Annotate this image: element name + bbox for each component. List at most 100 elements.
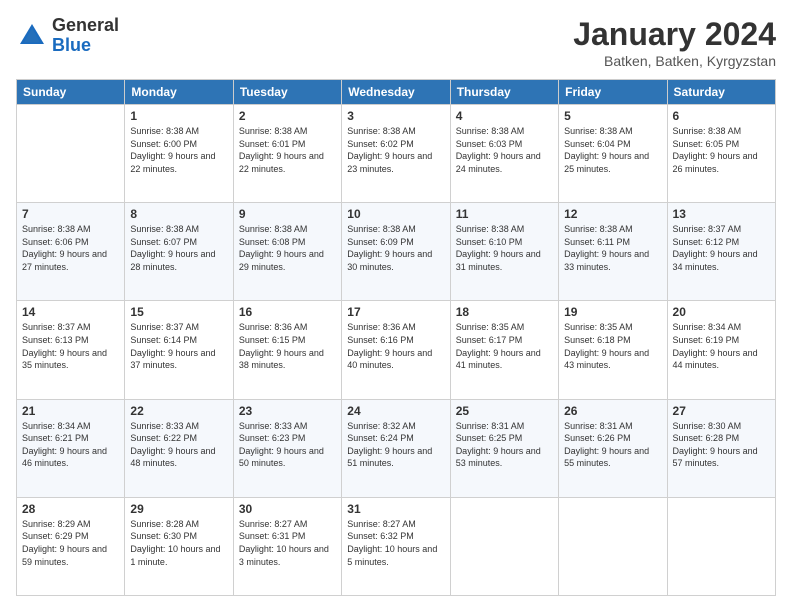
day-cell: 16 Sunrise: 8:36 AMSunset: 6:15 PMDaylig… bbox=[233, 301, 341, 399]
week-row-5: 28 Sunrise: 8:29 AMSunset: 6:29 PMDaylig… bbox=[17, 497, 776, 595]
day-number: 15 bbox=[130, 305, 227, 319]
week-row-1: 1 Sunrise: 8:38 AMSunset: 6:00 PMDayligh… bbox=[17, 105, 776, 203]
page: General Blue January 2024 Batken, Batken… bbox=[0, 0, 792, 612]
day-number: 19 bbox=[564, 305, 661, 319]
day-info: Sunrise: 8:31 AMSunset: 6:25 PMDaylight:… bbox=[456, 420, 553, 470]
day-info: Sunrise: 8:33 AMSunset: 6:23 PMDaylight:… bbox=[239, 420, 336, 470]
weekday-header-friday: Friday bbox=[559, 80, 667, 105]
day-cell: 31 Sunrise: 8:27 AMSunset: 6:32 PMDaylig… bbox=[342, 497, 450, 595]
day-number: 18 bbox=[456, 305, 553, 319]
day-number: 10 bbox=[347, 207, 444, 221]
location-text: Batken, Batken, Kyrgyzstan bbox=[573, 53, 776, 69]
day-info: Sunrise: 8:27 AMSunset: 6:31 PMDaylight:… bbox=[239, 518, 336, 568]
day-cell: 17 Sunrise: 8:36 AMSunset: 6:16 PMDaylig… bbox=[342, 301, 450, 399]
day-cell: 3 Sunrise: 8:38 AMSunset: 6:02 PMDayligh… bbox=[342, 105, 450, 203]
day-cell: 26 Sunrise: 8:31 AMSunset: 6:26 PMDaylig… bbox=[559, 399, 667, 497]
day-info: Sunrise: 8:29 AMSunset: 6:29 PMDaylight:… bbox=[22, 518, 119, 568]
day-number: 11 bbox=[456, 207, 553, 221]
day-cell: 13 Sunrise: 8:37 AMSunset: 6:12 PMDaylig… bbox=[667, 203, 775, 301]
day-cell: 5 Sunrise: 8:38 AMSunset: 6:04 PMDayligh… bbox=[559, 105, 667, 203]
header: General Blue January 2024 Batken, Batken… bbox=[16, 16, 776, 69]
day-number: 12 bbox=[564, 207, 661, 221]
logo-icon bbox=[16, 20, 48, 52]
day-number: 25 bbox=[456, 404, 553, 418]
day-info: Sunrise: 8:38 AMSunset: 6:03 PMDaylight:… bbox=[456, 125, 553, 175]
day-cell: 14 Sunrise: 8:37 AMSunset: 6:13 PMDaylig… bbox=[17, 301, 125, 399]
day-info: Sunrise: 8:35 AMSunset: 6:18 PMDaylight:… bbox=[564, 321, 661, 371]
day-info: Sunrise: 8:35 AMSunset: 6:17 PMDaylight:… bbox=[456, 321, 553, 371]
weekday-header-row: SundayMondayTuesdayWednesdayThursdayFrid… bbox=[17, 80, 776, 105]
logo-text: General Blue bbox=[52, 16, 119, 56]
day-info: Sunrise: 8:31 AMSunset: 6:26 PMDaylight:… bbox=[564, 420, 661, 470]
day-info: Sunrise: 8:37 AMSunset: 6:12 PMDaylight:… bbox=[673, 223, 770, 273]
day-info: Sunrise: 8:38 AMSunset: 6:00 PMDaylight:… bbox=[130, 125, 227, 175]
day-info: Sunrise: 8:38 AMSunset: 6:08 PMDaylight:… bbox=[239, 223, 336, 273]
day-number: 21 bbox=[22, 404, 119, 418]
day-number: 27 bbox=[673, 404, 770, 418]
day-info: Sunrise: 8:27 AMSunset: 6:32 PMDaylight:… bbox=[347, 518, 444, 568]
day-number: 7 bbox=[22, 207, 119, 221]
day-cell: 20 Sunrise: 8:34 AMSunset: 6:19 PMDaylig… bbox=[667, 301, 775, 399]
day-cell: 29 Sunrise: 8:28 AMSunset: 6:30 PMDaylig… bbox=[125, 497, 233, 595]
day-info: Sunrise: 8:37 AMSunset: 6:13 PMDaylight:… bbox=[22, 321, 119, 371]
day-info: Sunrise: 8:33 AMSunset: 6:22 PMDaylight:… bbox=[130, 420, 227, 470]
day-info: Sunrise: 8:37 AMSunset: 6:14 PMDaylight:… bbox=[130, 321, 227, 371]
day-cell bbox=[17, 105, 125, 203]
day-number: 29 bbox=[130, 502, 227, 516]
day-number: 2 bbox=[239, 109, 336, 123]
day-info: Sunrise: 8:38 AMSunset: 6:06 PMDaylight:… bbox=[22, 223, 119, 273]
day-cell: 10 Sunrise: 8:38 AMSunset: 6:09 PMDaylig… bbox=[342, 203, 450, 301]
day-cell: 28 Sunrise: 8:29 AMSunset: 6:29 PMDaylig… bbox=[17, 497, 125, 595]
day-cell: 1 Sunrise: 8:38 AMSunset: 6:00 PMDayligh… bbox=[125, 105, 233, 203]
day-info: Sunrise: 8:38 AMSunset: 6:04 PMDaylight:… bbox=[564, 125, 661, 175]
weekday-header-wednesday: Wednesday bbox=[342, 80, 450, 105]
logo-general-text: General bbox=[52, 16, 119, 36]
day-info: Sunrise: 8:38 AMSunset: 6:05 PMDaylight:… bbox=[673, 125, 770, 175]
weekday-header-monday: Monday bbox=[125, 80, 233, 105]
weekday-header-tuesday: Tuesday bbox=[233, 80, 341, 105]
week-row-2: 7 Sunrise: 8:38 AMSunset: 6:06 PMDayligh… bbox=[17, 203, 776, 301]
day-number: 13 bbox=[673, 207, 770, 221]
day-info: Sunrise: 8:28 AMSunset: 6:30 PMDaylight:… bbox=[130, 518, 227, 568]
day-number: 28 bbox=[22, 502, 119, 516]
day-number: 31 bbox=[347, 502, 444, 516]
day-cell: 6 Sunrise: 8:38 AMSunset: 6:05 PMDayligh… bbox=[667, 105, 775, 203]
day-info: Sunrise: 8:34 AMSunset: 6:21 PMDaylight:… bbox=[22, 420, 119, 470]
day-number: 5 bbox=[564, 109, 661, 123]
day-number: 8 bbox=[130, 207, 227, 221]
day-info: Sunrise: 8:38 AMSunset: 6:10 PMDaylight:… bbox=[456, 223, 553, 273]
week-row-4: 21 Sunrise: 8:34 AMSunset: 6:21 PMDaylig… bbox=[17, 399, 776, 497]
weekday-header-thursday: Thursday bbox=[450, 80, 558, 105]
day-cell bbox=[450, 497, 558, 595]
day-info: Sunrise: 8:38 AMSunset: 6:02 PMDaylight:… bbox=[347, 125, 444, 175]
day-cell: 24 Sunrise: 8:32 AMSunset: 6:24 PMDaylig… bbox=[342, 399, 450, 497]
day-number: 14 bbox=[22, 305, 119, 319]
day-info: Sunrise: 8:36 AMSunset: 6:15 PMDaylight:… bbox=[239, 321, 336, 371]
day-info: Sunrise: 8:38 AMSunset: 6:07 PMDaylight:… bbox=[130, 223, 227, 273]
day-cell: 21 Sunrise: 8:34 AMSunset: 6:21 PMDaylig… bbox=[17, 399, 125, 497]
day-cell: 19 Sunrise: 8:35 AMSunset: 6:18 PMDaylig… bbox=[559, 301, 667, 399]
day-cell: 25 Sunrise: 8:31 AMSunset: 6:25 PMDaylig… bbox=[450, 399, 558, 497]
day-cell: 18 Sunrise: 8:35 AMSunset: 6:17 PMDaylig… bbox=[450, 301, 558, 399]
day-info: Sunrise: 8:32 AMSunset: 6:24 PMDaylight:… bbox=[347, 420, 444, 470]
calendar-table: SundayMondayTuesdayWednesdayThursdayFrid… bbox=[16, 79, 776, 596]
day-cell: 27 Sunrise: 8:30 AMSunset: 6:28 PMDaylig… bbox=[667, 399, 775, 497]
day-info: Sunrise: 8:38 AMSunset: 6:11 PMDaylight:… bbox=[564, 223, 661, 273]
weekday-header-saturday: Saturday bbox=[667, 80, 775, 105]
weekday-header-sunday: Sunday bbox=[17, 80, 125, 105]
day-number: 9 bbox=[239, 207, 336, 221]
day-cell: 12 Sunrise: 8:38 AMSunset: 6:11 PMDaylig… bbox=[559, 203, 667, 301]
month-title: January 2024 bbox=[573, 16, 776, 53]
day-info: Sunrise: 8:36 AMSunset: 6:16 PMDaylight:… bbox=[347, 321, 444, 371]
day-number: 17 bbox=[347, 305, 444, 319]
day-number: 4 bbox=[456, 109, 553, 123]
day-cell: 30 Sunrise: 8:27 AMSunset: 6:31 PMDaylig… bbox=[233, 497, 341, 595]
day-cell: 23 Sunrise: 8:33 AMSunset: 6:23 PMDaylig… bbox=[233, 399, 341, 497]
day-info: Sunrise: 8:38 AMSunset: 6:09 PMDaylight:… bbox=[347, 223, 444, 273]
day-cell: 4 Sunrise: 8:38 AMSunset: 6:03 PMDayligh… bbox=[450, 105, 558, 203]
logo-blue-text: Blue bbox=[52, 36, 119, 56]
day-cell bbox=[667, 497, 775, 595]
day-cell: 11 Sunrise: 8:38 AMSunset: 6:10 PMDaylig… bbox=[450, 203, 558, 301]
week-row-3: 14 Sunrise: 8:37 AMSunset: 6:13 PMDaylig… bbox=[17, 301, 776, 399]
day-cell: 8 Sunrise: 8:38 AMSunset: 6:07 PMDayligh… bbox=[125, 203, 233, 301]
